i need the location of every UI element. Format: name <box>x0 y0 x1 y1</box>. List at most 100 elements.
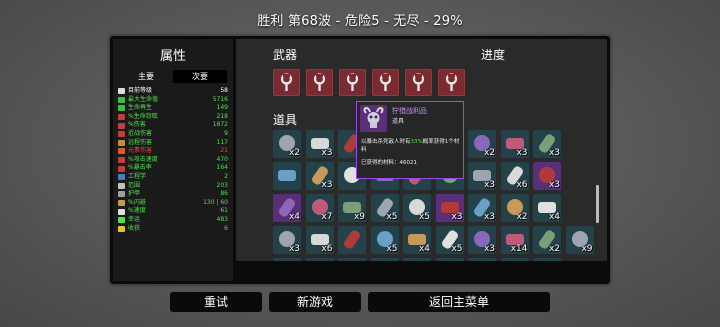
item-slot[interactable]: x2 <box>273 130 301 158</box>
stat-name: 工程学 <box>128 173 147 180</box>
item-slot[interactable] <box>273 258 301 261</box>
bomb-icon <box>342 228 362 251</box>
stat-row[interactable]: 目前等级 58 <box>118 87 228 96</box>
stat-row[interactable]: 范围 203 <box>118 182 228 191</box>
item-quantity: x3 <box>483 180 495 190</box>
stat-name: 生命再生 <box>128 104 153 112</box>
stat-value: 203 <box>216 181 228 189</box>
item-slot[interactable] <box>500 258 529 261</box>
stat-row[interactable]: 生命再生 149 <box>118 104 228 113</box>
item-slot[interactable]: x3 <box>305 162 334 190</box>
item-slot[interactable]: x7 <box>305 194 334 222</box>
stat-value: 2 <box>224 173 228 180</box>
item-slot[interactable]: x4 <box>403 226 431 254</box>
tab-primary[interactable]: 主要 <box>119 70 173 83</box>
items-scrollbar[interactable] <box>596 185 599 223</box>
item-slot[interactable]: x4 <box>533 194 561 222</box>
lifesteal-icon <box>118 114 125 121</box>
item-slot[interactable]: x5 <box>403 194 431 222</box>
item-slot[interactable]: x3 <box>533 130 561 158</box>
item-slot[interactable] <box>338 258 366 261</box>
stat-value: 9 <box>224 130 228 137</box>
wrench-icon <box>313 73 326 91</box>
item-slot[interactable]: x3 <box>273 226 301 254</box>
speed-icon <box>118 208 125 215</box>
tooltip-item-name: 狞猎战利品 <box>392 107 427 115</box>
crit-icon <box>118 165 125 172</box>
item-slot[interactable]: x5 <box>370 194 399 222</box>
stat-row[interactable]: 工程学 2 <box>118 173 228 182</box>
item-slot[interactable]: x6 <box>305 226 334 254</box>
items-title: 道具 <box>273 113 298 127</box>
tooltip-collected: 已获得的材料：46021 <box>361 160 417 166</box>
new-game-button[interactable]: 新游戏 <box>269 292 361 312</box>
stat-value: 483 <box>216 216 228 223</box>
wrench-icon <box>412 73 425 91</box>
item-quantity: x14 <box>510 244 528 254</box>
item-quantity: x2 <box>516 212 528 222</box>
stat-value: 149 <box>216 104 228 112</box>
item-slot[interactable]: x9 <box>565 226 594 254</box>
item-slot[interactable]: x3 <box>305 130 334 158</box>
stat-row[interactable]: 幸运 483 <box>118 216 228 225</box>
stat-row[interactable]: 收获 6 <box>118 225 228 234</box>
weapon-slot[interactable] <box>405 69 432 96</box>
weapon-slot[interactable] <box>306 69 333 96</box>
item-quantity: x5 <box>386 244 398 254</box>
item-slot[interactable]: x6 <box>500 162 529 190</box>
item-slot[interactable] <box>533 258 561 261</box>
item-slot[interactable]: x3 <box>435 194 464 222</box>
main-menu-button[interactable]: 返回主菜单 <box>368 292 550 312</box>
stat-value: 470 <box>216 155 228 163</box>
item-quantity: x4 <box>288 212 300 222</box>
stat-row[interactable]: %伤害 1872 <box>118 121 228 130</box>
item-slot[interactable] <box>305 258 334 261</box>
item-slot[interactable] <box>403 258 431 261</box>
stat-row[interactable]: 最大生命值 5716 <box>118 96 228 105</box>
regen-icon <box>118 105 125 112</box>
weapon-slot[interactable] <box>273 69 300 96</box>
tab-secondary[interactable]: 次要 <box>173 70 227 83</box>
stat-value: 1872 <box>212 121 228 129</box>
retry-button[interactable]: 重试 <box>170 292 262 312</box>
wrench-icon <box>379 73 392 91</box>
stat-row[interactable]: 护甲 86 <box>118 190 228 199</box>
weapon-slot[interactable] <box>372 69 399 96</box>
item-slot[interactable]: x5 <box>370 226 399 254</box>
stat-name: 最大生命值 <box>128 95 159 103</box>
stat-row[interactable]: %速度 61 <box>118 207 228 216</box>
stat-row[interactable]: 远程伤害 117 <box>118 139 228 148</box>
weapon-slot[interactable] <box>339 69 366 96</box>
item-slot[interactable]: x2 <box>500 194 529 222</box>
item-slot[interactable] <box>435 258 464 261</box>
wrench-icon <box>280 73 293 91</box>
weapon-slot[interactable] <box>438 69 465 96</box>
item-quantity: x2 <box>288 148 300 158</box>
item-slot[interactable] <box>370 258 399 261</box>
item-slot[interactable]: x3 <box>468 194 496 222</box>
stat-row[interactable]: 元素伤害 -21 <box>118 147 228 156</box>
item-slot[interactable] <box>273 162 301 190</box>
item-slot[interactable]: x3 <box>468 226 496 254</box>
wrench-icon <box>445 73 458 91</box>
item-slot[interactable] <box>338 226 366 254</box>
item-slot[interactable]: x2 <box>533 226 561 254</box>
item-slot[interactable] <box>468 258 496 261</box>
stat-row[interactable]: 近战伤害 9 <box>118 130 228 139</box>
stat-name: 目前等级 <box>128 87 153 94</box>
item-slot[interactable]: x4 <box>273 194 301 222</box>
item-slot[interactable]: x3 <box>533 162 561 190</box>
item-slot[interactable]: x2 <box>468 130 496 158</box>
item-slot[interactable]: x14 <box>500 226 529 254</box>
stat-value: 218 <box>216 112 228 120</box>
stat-row[interactable]: %暴击率 164 <box>118 164 228 173</box>
stat-name: 范围 <box>128 181 141 189</box>
progress-title: 进度 <box>481 48 506 62</box>
item-slot[interactable]: x3 <box>468 162 496 190</box>
luck-icon <box>118 217 125 224</box>
item-slot[interactable]: x5 <box>435 226 464 254</box>
item-slot[interactable]: x9 <box>338 194 366 222</box>
item-quantity: x3 <box>548 180 560 190</box>
item-quantity: x6 <box>516 180 528 190</box>
item-slot[interactable]: x3 <box>500 130 529 158</box>
